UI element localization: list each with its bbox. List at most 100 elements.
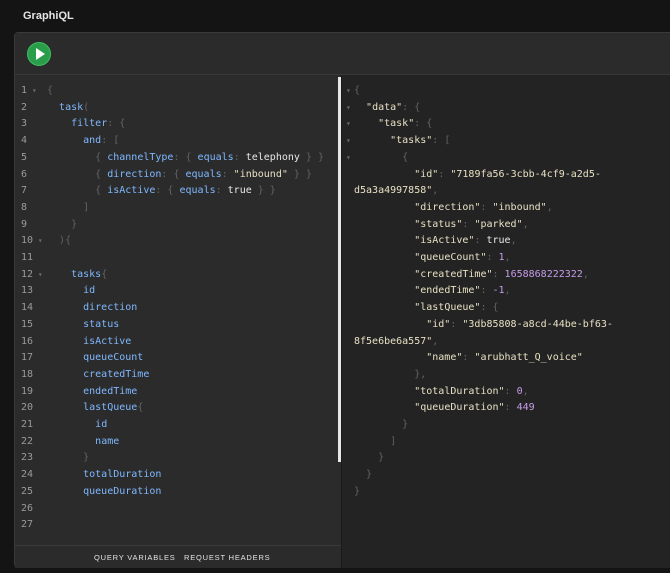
code-token: { <box>402 151 409 163</box>
code-token: { <box>95 151 108 163</box>
result-line: "task": { <box>354 115 432 132</box>
line-number: 15 <box>21 318 34 330</box>
line-number: 10 ▾ <box>21 235 43 247</box>
code-token: "endedTime" <box>414 285 481 297</box>
line-number: 19 <box>21 385 34 397</box>
code-line: { direction: { equals: "inbound" } } <box>47 166 312 183</box>
line-number: 5 <box>21 151 28 163</box>
code-token: ){ <box>59 235 72 247</box>
code-token: 8f5e6be6a557" <box>354 335 433 347</box>
code-token: : { <box>480 302 499 314</box>
code-line: status <box>47 316 119 333</box>
line-number: 7 <box>21 185 28 197</box>
fold-arrow-icon[interactable]: ▾ <box>27 86 37 95</box>
code-token: } <box>83 452 90 464</box>
result-line: "lastQueue": { <box>354 299 499 316</box>
line-number: 6 <box>21 168 28 180</box>
fold-arrow-icon[interactable]: ▾ <box>346 82 351 99</box>
code-token: : { <box>161 168 186 180</box>
graphiql-window: 1 ▾{2 task(3 filter: {4 and: [5 { channe… <box>14 32 670 568</box>
line-number: 9 <box>21 218 28 230</box>
code-token: : { <box>402 101 421 113</box>
fold-arrow-icon[interactable]: ▾ <box>346 99 351 116</box>
code-token: : { <box>414 118 433 130</box>
result-line: "id": "3db85808-a8cd-44be-bf63- <box>354 316 613 333</box>
code-line: tasks{ <box>47 266 107 283</box>
fold-arrow-icon[interactable]: ▾ <box>33 236 43 245</box>
code-token: "name" <box>426 352 463 364</box>
code-token: "7189fa56-3cbb-4cf9-a2d5- <box>450 168 601 180</box>
code-token: "id" <box>414 168 439 180</box>
code-token: "parked" <box>474 218 523 230</box>
result-line: "createdTime": 1658868222322, <box>354 266 589 283</box>
result-line: "totalDuration": 0, <box>354 383 529 400</box>
code-token: -1 <box>492 285 505 297</box>
code-token: direction <box>107 168 162 180</box>
code-token: : <box>492 268 505 280</box>
code-token: : { <box>155 185 180 197</box>
code-token: : <box>480 285 493 297</box>
result-line: "id": "7189fa56-3cbb-4cf9-a2d5- <box>354 166 601 183</box>
code-token: "direction" <box>414 201 481 213</box>
code-token: id <box>83 285 96 297</box>
code-token: } } <box>299 151 324 163</box>
code-token: filter <box>71 118 108 130</box>
code-token: , <box>522 218 529 230</box>
query-editor[interactable]: 1 ▾{2 task(3 filter: {4 and: [5 { channe… <box>15 75 341 545</box>
code-token: : [ <box>101 135 120 147</box>
code-token: d5a3a4997858" <box>354 185 433 197</box>
code-token: { <box>95 185 108 197</box>
query-variables-tab[interactable]: QUERY VARIABLES <box>94 553 176 562</box>
code-token: task <box>59 101 84 113</box>
result-line: "data": { <box>354 99 420 116</box>
request-headers-tab[interactable]: REQUEST HEADERS <box>184 553 270 562</box>
code-token: } } <box>287 168 312 180</box>
code-token: : { <box>107 118 126 130</box>
code-token: "queueCount" <box>414 252 487 263</box>
code-line: ){ <box>47 232 71 249</box>
fold-arrow-icon[interactable]: ▾ <box>346 132 351 149</box>
result-line: } <box>354 449 384 466</box>
code-token: "lastQueue" <box>414 302 481 314</box>
code-token: channelType <box>107 151 174 163</box>
code-token: : <box>486 252 499 263</box>
result-line: "queueCount": 1, <box>354 249 510 266</box>
code-token: : <box>450 318 463 330</box>
code-token: "data" <box>366 101 403 113</box>
fold-arrow-icon[interactable]: ▾ <box>346 115 351 132</box>
result-line: } <box>354 416 408 433</box>
code-token: 449 <box>516 402 535 414</box>
run-query-button[interactable] <box>27 42 51 66</box>
fold-arrow-icon[interactable]: ▾ <box>33 270 43 279</box>
code-line: createdTime <box>47 366 149 383</box>
line-number: 23 <box>21 452 34 464</box>
code-token: "createdTime" <box>414 268 493 280</box>
code-token: totalDuration <box>83 469 162 481</box>
code-token: ] <box>83 201 90 213</box>
code-token: , <box>522 385 529 397</box>
result-line: { <box>354 149 408 166</box>
fold-arrow-icon[interactable]: ▾ <box>346 149 351 166</box>
code-line: lastQueue{ <box>47 399 143 416</box>
code-line: } <box>47 449 89 466</box>
code-token: queueDuration <box>83 485 162 497</box>
code-token: { <box>95 168 108 180</box>
code-token: , <box>432 185 439 197</box>
code-token: "3db85808-a8cd-44be-bf63- <box>462 318 613 330</box>
